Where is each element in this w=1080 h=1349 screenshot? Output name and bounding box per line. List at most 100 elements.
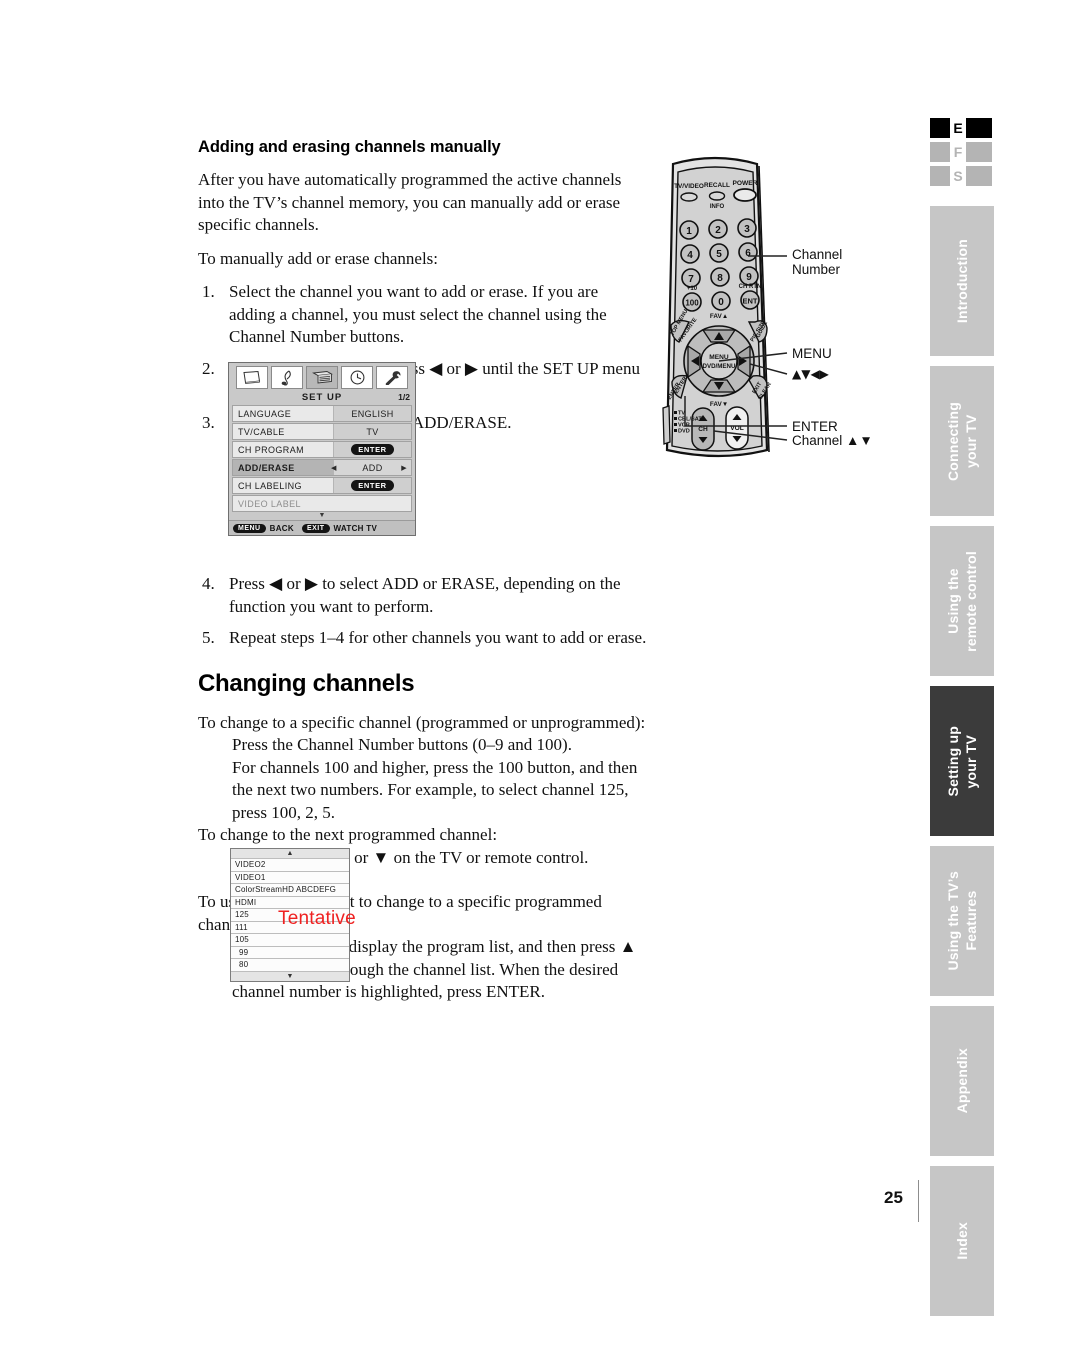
list-item[interactable]: VIDEO1 [231, 870, 349, 883]
osd-row-ch-labeling[interactable]: CH LABELING ENTER [232, 477, 412, 494]
osd-icon-row [229, 363, 415, 390]
osd-row-value: ENGLISH [333, 406, 411, 421]
list-item[interactable]: ColorStreamHD ABCDEFG [231, 883, 349, 896]
page-number: 25 [884, 1188, 903, 1207]
list-item: 1. Select the channel you want to add or… [198, 281, 648, 349]
audio-note-icon [271, 366, 303, 389]
scroll-down-icon[interactable]: ▼ [231, 970, 349, 981]
osd-row-add-erase[interactable]: ADD/ERASE ◀ ADD ▶ [232, 459, 412, 476]
sidebar-tab-appendix[interactable]: Appendix [930, 1006, 994, 1156]
scroll-up-icon[interactable]: ▲ [231, 849, 349, 858]
enter-pill: ENTER [351, 480, 394, 491]
section-heading-changing-channels: Changing channels [198, 669, 415, 697]
sidebar-tab-label: Connecting your TV [945, 401, 979, 481]
sidebar-tab-setting-up-your-tv[interactable]: Setting up your TV [930, 686, 994, 836]
sidebar-tab-label: Index [954, 1222, 970, 1260]
exit-footer-text: WATCH TV [333, 523, 378, 533]
svg-text:ENT: ENT [743, 297, 758, 306]
callout-menu: MENU [792, 346, 832, 361]
osd-row-ch-program[interactable]: CH PROGRAM ENTER [232, 441, 412, 458]
left-arrow-icon: ◀ [331, 464, 337, 472]
remote-svg: TV/VIDEO RECALL INFO POWER 1 2 3 4 5 6 7 8 9 1… [662, 156, 788, 458]
osd-title-text: SET UP [301, 391, 343, 403]
section-heading-adding-erasing: Adding and erasing channels manually [198, 138, 501, 156]
step-text: Select the channel you want to add or er… [229, 282, 607, 346]
osd-scroll-down-icon: ▼ [318, 512, 326, 519]
osd-row-value: ADD [333, 460, 411, 475]
osd-row-label: VIDEO LABEL [238, 498, 301, 509]
sidebar-tab-introduction[interactable]: Introduction [930, 206, 994, 356]
sidebar-tab-label: Appendix [954, 1048, 970, 1114]
osd-row-language[interactable]: LANGUAGE ENGLISH [232, 405, 412, 422]
sidebar-tab-index[interactable]: Index [930, 1166, 994, 1316]
step-text: Press ◀ or ▶ to select ADD or ERASE, dep… [229, 574, 621, 616]
list-item: 5. Repeat steps 1–4 for other channels y… [198, 627, 648, 650]
exit-pill: EXIT [301, 523, 330, 533]
changing-lead-1-body-a: Press the Channel Number buttons (0–9 an… [232, 735, 572, 754]
step-number: 4. [202, 574, 215, 593]
svg-text:DVD/MENU: DVD/MENU [702, 363, 736, 370]
manual-page: Adding and erasing channels manually Aft… [0, 0, 1080, 1349]
osd-row-label: CH LABELING [238, 480, 302, 491]
sidebar-tab-connecting-your-tv[interactable]: Connecting your TV [930, 366, 994, 516]
osd-row-label: LANGUAGE [238, 408, 292, 419]
step-number: 1. [202, 282, 215, 301]
svg-text:3: 3 [744, 224, 750, 235]
callout-arrow-keys: ▲▼◀▶ [792, 367, 829, 381]
lang-letter-e: E [953, 120, 963, 136]
list-item[interactable]: HDMI [231, 895, 349, 908]
osd-row-label: CH PROGRAM [238, 444, 305, 455]
osd-row-label: TV/CABLE [238, 426, 285, 437]
list-item[interactable]: 105 [231, 933, 349, 946]
osd-row-value [333, 496, 411, 511]
tv-picture-icon [236, 366, 268, 389]
list-item[interactable]: 99 [231, 945, 349, 958]
step-number: 5. [202, 628, 215, 647]
language-marker-grid: E F S [930, 118, 994, 186]
remote-control-illustration: TV/VIDEO RECALL INFO POWER 1 2 3 4 5 6 7 8 9 1… [655, 150, 895, 470]
svg-text:4: 4 [687, 250, 693, 261]
svg-text:7: 7 [688, 274, 694, 285]
list-item[interactable]: 80 [231, 958, 349, 971]
svg-text:100: 100 [685, 299, 699, 308]
lang-block-left-e [930, 118, 950, 138]
svg-text:CH: CH [698, 426, 708, 433]
svg-text:FAV▲: FAV▲ [710, 313, 728, 320]
callout-channel-number: Channel Number [792, 247, 843, 277]
wrench-icon [376, 366, 408, 389]
osd-row-tv-cable[interactable]: TV/CABLE TV [232, 423, 412, 440]
clock-icon [341, 366, 373, 389]
enter-pill: ENTER [351, 444, 394, 455]
osd-row-video-label[interactable]: VIDEO LABEL [232, 495, 412, 512]
svg-text:DVD: DVD [678, 429, 690, 435]
sidebar-tab-label: Using the TV’s Features [945, 871, 979, 971]
lang-block-left-f [930, 142, 950, 162]
sidebar-tab-using-the-tvs-features[interactable]: Using the TV’s Features [930, 846, 994, 996]
lang-block-right-e [966, 118, 992, 138]
svg-text:RECALL: RECALL [704, 182, 730, 189]
osd-title-bar: SET UP 1/2 [229, 390, 415, 404]
svg-text:FAV▼: FAV▼ [710, 401, 728, 408]
osd-setup-menu-graphic: SET UP 1/2 LANGUAGE ENGLISH TV/CABLE TV … [228, 362, 416, 536]
svg-text:9: 9 [746, 272, 752, 283]
svg-text:2: 2 [715, 225, 721, 236]
callout-channel-up-down: Channel ▲▼ [792, 433, 873, 448]
setup-lines-icon [306, 366, 338, 389]
svg-text:8: 8 [717, 273, 723, 284]
menu-footer-text: BACK [269, 523, 294, 533]
paragraph-intro: After you have automatically programmed … [198, 170, 622, 234]
menu-pill: MENU [233, 523, 266, 533]
changing-lead-2: To change to the next programmed channel… [198, 825, 498, 844]
sidebar-tab-label: Introduction [954, 238, 970, 324]
osd-row-label: ADD/ERASE [238, 462, 295, 473]
svg-text:TV/VIDEO: TV/VIDEO [674, 183, 704, 190]
lang-letter-f: F [953, 144, 963, 160]
sidebar-tab-using-the-remote-control[interactable]: Using the remote control [930, 526, 994, 676]
right-arrow-icon: ▶ [401, 464, 407, 472]
lang-block-left-s [930, 166, 950, 186]
changing-lead-1-body-b: For channels 100 and higher, press the 1… [232, 757, 638, 822]
page-number-rule [918, 1180, 919, 1222]
svg-text:+10: +10 [687, 286, 698, 292]
step-number: 2. [202, 358, 215, 378]
list-item[interactable]: VIDEO2 [231, 858, 349, 871]
